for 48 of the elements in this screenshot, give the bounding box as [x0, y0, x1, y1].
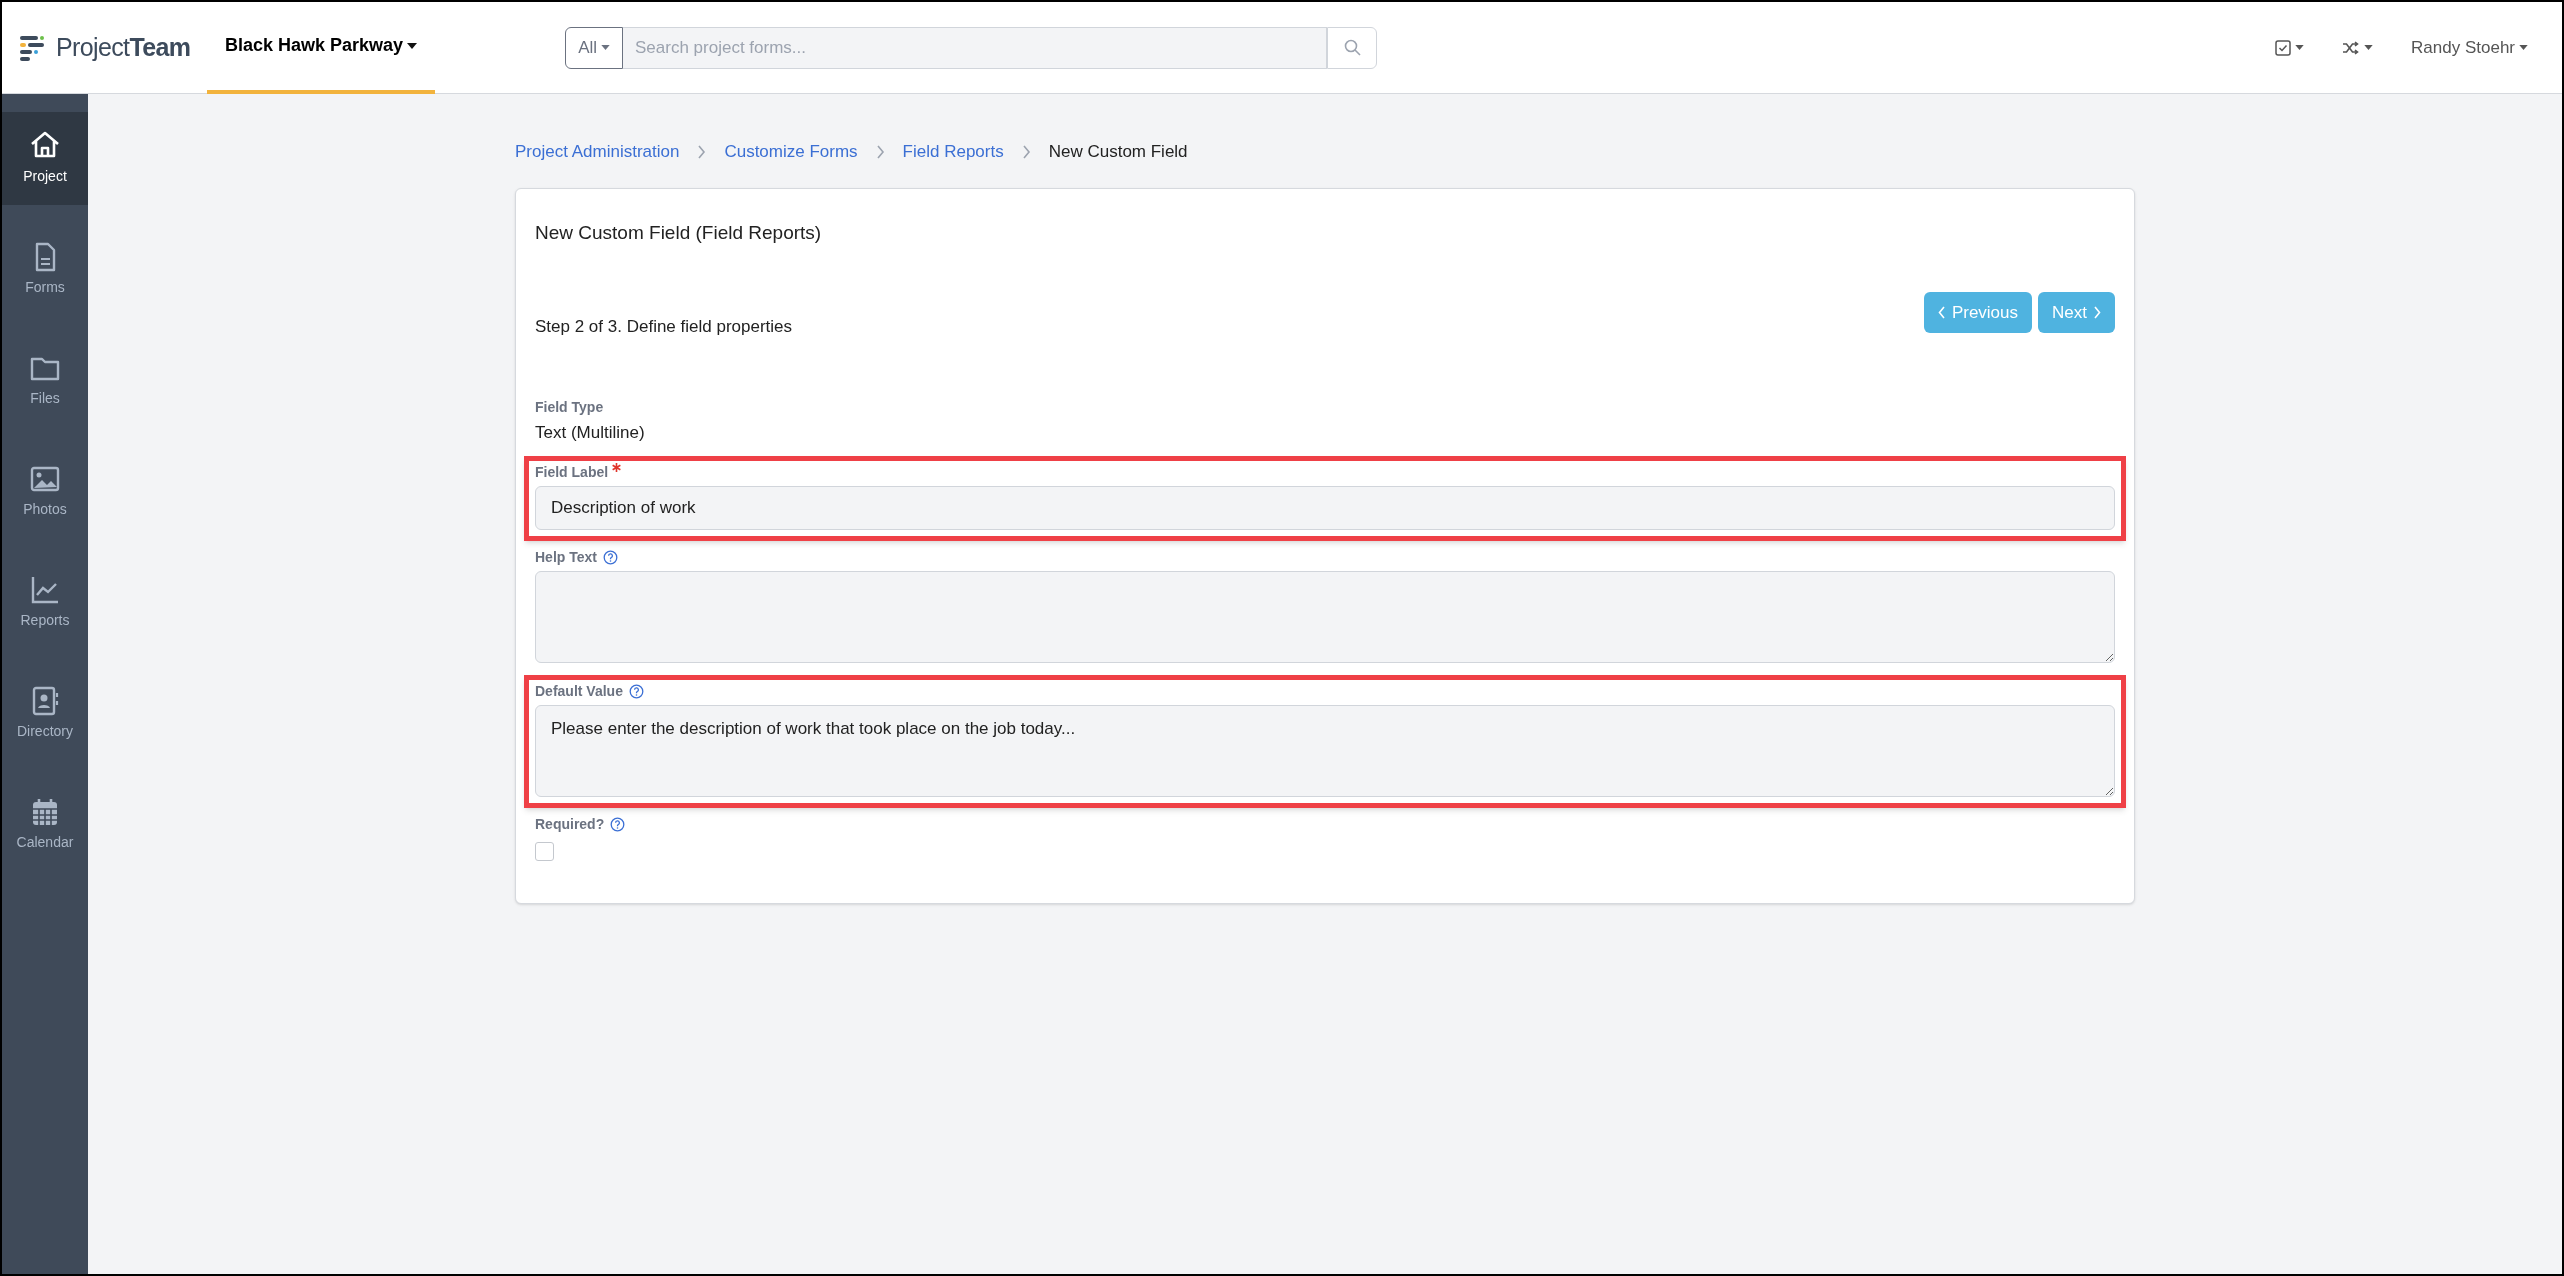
checkbox-icon: [2275, 39, 2292, 56]
breadcrumb-link[interactable]: Field Reports: [902, 139, 1004, 165]
field-label: Field Label: [535, 463, 609, 482]
text-field[interactable]: Description of work: [535, 485, 2115, 530]
caret-icon: [2295, 45, 2305, 50]
caret-icon: [2519, 45, 2528, 50]
sidebar-item[interactable]: Calendar: [2, 778, 88, 871]
search-scope-dropdown[interactable]: All: [565, 26, 624, 69]
line-chart-icon: [29, 574, 61, 606]
text-area[interactable]: Please enter the description of work that took place on the job today...: [535, 704, 2115, 797]
chevron-right-icon: [1021, 145, 1031, 159]
sidebar-item[interactable]: Reports: [2, 556, 88, 649]
caret-icon: [601, 45, 611, 50]
sidebar-item[interactable]: Directory: [2, 667, 88, 760]
previous-button[interactable]: Previous: [1923, 291, 2033, 333]
search-icon: [1343, 39, 1361, 56]
help-icon[interactable]: [610, 817, 626, 832]
step-text: Step 2 of 3. Define field properties: [535, 315, 793, 338]
caret-icon: [2364, 45, 2374, 50]
field-label: Required?: [535, 815, 605, 834]
chevron-left-icon: [1937, 305, 1946, 319]
checkbox[interactable]: [535, 841, 554, 861]
logo-text: ProjectTeam: [56, 31, 191, 63]
field-type-value: Text (Multiline): [535, 422, 646, 444]
help-icon[interactable]: [628, 684, 644, 699]
caret-icon: [407, 42, 418, 49]
chevron-right-icon: [697, 145, 707, 159]
chevron-right-icon: [875, 145, 885, 159]
next-button[interactable]: Next: [2038, 291, 2115, 333]
field-label: Field Type: [535, 398, 605, 417]
field-label: Help Text: [535, 548, 597, 567]
sidebar-item[interactable]: Files: [2, 334, 88, 427]
chevron-right-icon: [2093, 305, 2101, 319]
user-menu[interactable]: Randy Stoehr: [2411, 34, 2528, 61]
switch-menu[interactable]: [2342, 39, 2374, 56]
shuffle-icon: [2342, 39, 2361, 56]
breadcrumb-current: New Custom Field: [1048, 141, 1188, 164]
sidebar-item[interactable]: Project: [2, 112, 88, 205]
breadcrumb-link[interactable]: Customize Forms: [724, 139, 858, 165]
project-selector[interactable]: Black Hawk Parkway: [207, 1, 436, 94]
tasks-menu[interactable]: [2275, 39, 2305, 56]
card-title: New Custom Field (Field Reports): [535, 221, 823, 245]
field-label: Default Value: [535, 682, 623, 701]
sidebar-item[interactable]: Photos: [2, 445, 88, 538]
breadcrumb-link[interactable]: Project Administration: [515, 139, 680, 165]
search-field[interactable]: Search project forms...: [623, 26, 1328, 69]
help-icon[interactable]: [603, 550, 618, 565]
sidebar-item[interactable]: Forms: [2, 223, 88, 316]
